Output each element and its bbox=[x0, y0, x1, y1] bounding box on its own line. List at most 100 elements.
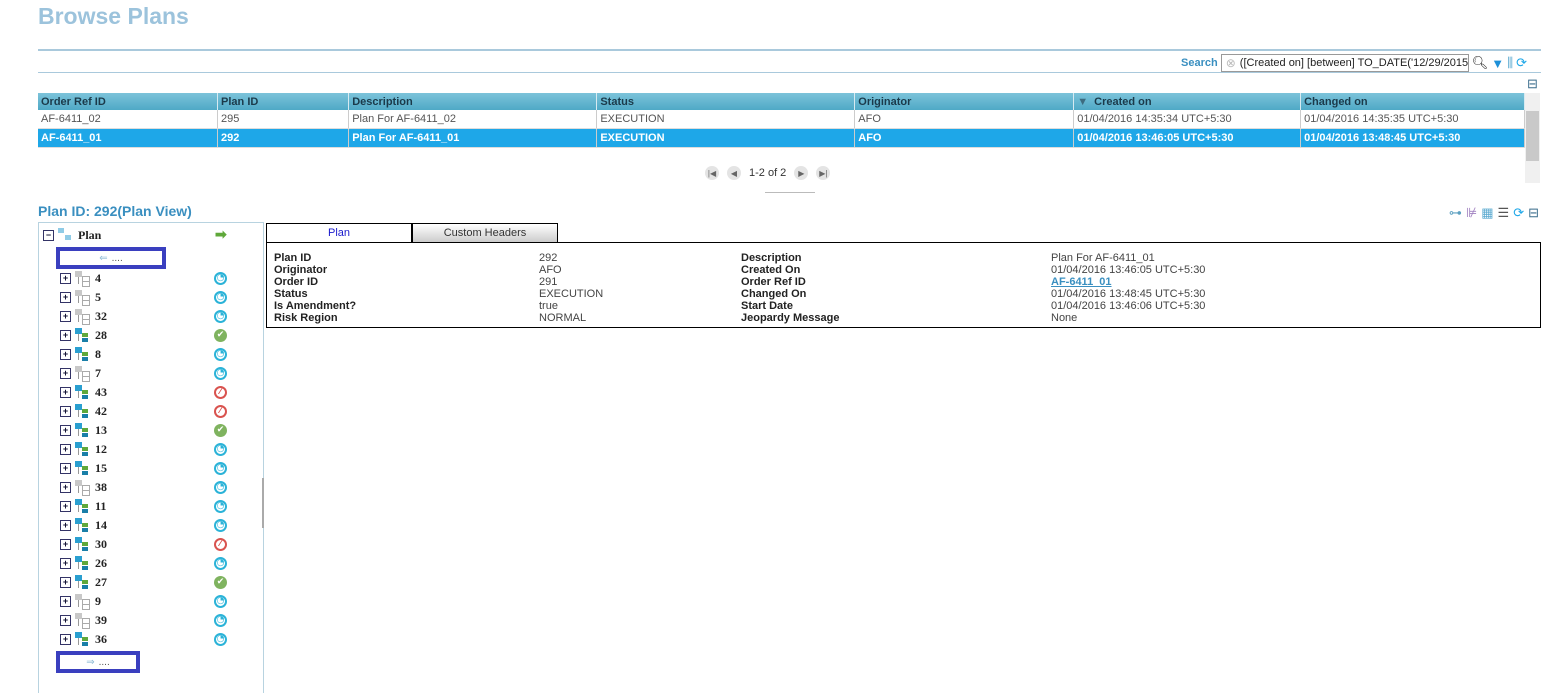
search-input[interactable]: ⊗ ([Created on] [between] TO_DATE('12/29… bbox=[1220, 54, 1469, 72]
tree-node-label: 42 bbox=[95, 403, 107, 418]
task-node-icon bbox=[75, 347, 89, 361]
detail-value: 01/04/2016 13:46:06 UTC+5:30 bbox=[1051, 300, 1206, 312]
tree-root[interactable]: − Plan ➡ bbox=[43, 226, 227, 244]
table-scrollbar[interactable] bbox=[1525, 93, 1540, 183]
tab-plan[interactable]: Plan bbox=[266, 223, 412, 243]
expand-icon[interactable]: + bbox=[60, 405, 71, 417]
expand-icon[interactable]: + bbox=[60, 538, 71, 550]
column-header[interactable]: Status bbox=[596, 93, 856, 110]
maximize-icon[interactable]: ⊟ bbox=[1527, 76, 1538, 92]
expand-icon[interactable]: + bbox=[60, 519, 71, 531]
clock-icon: ◔ bbox=[214, 366, 227, 380]
expand-icon[interactable]: + bbox=[60, 462, 71, 474]
tab-custom-headers[interactable]: Custom Headers bbox=[412, 223, 558, 243]
tree-node[interactable]: +26 ◔ bbox=[60, 554, 227, 572]
search-label: Search bbox=[1181, 57, 1218, 69]
gantt-icon[interactable]: ⊯ bbox=[1466, 205, 1477, 221]
table-row[interactable]: AF-6411_01 292 Plan For AF-6411_01 EXECUTIO… bbox=[38, 128, 1525, 148]
detail-label: Jeopardy Message bbox=[741, 312, 840, 324]
tree-node[interactable]: +4 ◔ bbox=[60, 269, 227, 287]
prev-nodes-label: .... bbox=[111, 252, 123, 264]
next-nodes-button[interactable]: ⇒.... bbox=[56, 651, 140, 673]
expand-icon[interactable]: + bbox=[60, 329, 71, 341]
expand-icon[interactable]: + bbox=[60, 310, 71, 322]
tree-node[interactable]: +39 ◔ bbox=[60, 611, 227, 629]
filter-icon[interactable]: ▼ bbox=[1491, 56, 1504, 71]
clear-icon[interactable]: ⊗ bbox=[1226, 56, 1236, 70]
next-page-button[interactable]: ▶ bbox=[794, 166, 809, 180]
tree-node[interactable]: +11 ◔ bbox=[60, 497, 227, 515]
column-header[interactable]: Originator bbox=[854, 93, 1075, 110]
expand-icon[interactable]: + bbox=[60, 291, 71, 303]
tree-node[interactable]: +15 ◔ bbox=[60, 459, 227, 477]
tree-node[interactable]: +30 ⁄ bbox=[60, 535, 227, 553]
detail-label: Plan ID bbox=[274, 252, 312, 264]
maximize-icon[interactable]: ⊟ bbox=[1528, 205, 1539, 221]
prev-page-button[interactable]: ◀ bbox=[727, 166, 741, 180]
column-header[interactable]: Plan ID bbox=[217, 93, 350, 110]
expand-icon[interactable]: + bbox=[60, 614, 71, 626]
first-page-button[interactable]: |◀ bbox=[705, 166, 719, 180]
columns-icon[interactable]: ⫼ bbox=[1507, 55, 1513, 71]
expand-icon[interactable]: + bbox=[60, 500, 71, 512]
order-ref-link-text[interactable]: AF-6411_01 bbox=[1051, 276, 1112, 288]
grid-icon[interactable]: ▦ bbox=[1481, 205, 1493, 221]
hierarchy-icon[interactable]: ⊶ bbox=[1449, 205, 1462, 221]
clock-icon: ◔ bbox=[214, 271, 227, 285]
expand-icon[interactable]: + bbox=[60, 557, 71, 569]
tree-node[interactable]: +13 ✔ bbox=[60, 421, 227, 439]
tree-node-label: 15 bbox=[95, 460, 107, 475]
expand-icon[interactable]: + bbox=[60, 367, 71, 379]
tree-node[interactable]: +28 ✔ bbox=[60, 326, 227, 344]
order-ref-link[interactable]: AF-6411_01 bbox=[1051, 276, 1205, 288]
tree-node[interactable]: +14 ◔ bbox=[60, 516, 227, 534]
tree-node[interactable]: +8 ◔ bbox=[60, 345, 227, 363]
table-row[interactable]: AF-6411_02 295 Plan For AF-6411_02 EXECUTIO… bbox=[38, 110, 1525, 129]
list-icon[interactable]: ☰ bbox=[1498, 205, 1510, 221]
search-icon[interactable]: 🔍︎ bbox=[1472, 55, 1489, 71]
task-node-icon bbox=[75, 442, 89, 456]
panel-splitter[interactable] bbox=[262, 478, 264, 528]
tree-node[interactable]: +9 ◔ bbox=[60, 592, 227, 610]
task-node-icon bbox=[75, 423, 89, 437]
refresh-icon[interactable]: ⟳ bbox=[1516, 55, 1527, 71]
expand-icon[interactable]: + bbox=[60, 481, 71, 493]
table-cell: Plan For AF-6411_02 bbox=[348, 110, 598, 129]
tree-node[interactable]: +32 ◔ bbox=[60, 307, 227, 325]
expand-icon[interactable]: + bbox=[60, 386, 71, 398]
expand-icon[interactable]: + bbox=[60, 633, 71, 645]
collapse-icon[interactable]: − bbox=[43, 229, 54, 241]
expand-icon[interactable]: + bbox=[60, 443, 71, 455]
tree-node[interactable]: +5 ◔ bbox=[60, 288, 227, 306]
task-node-icon bbox=[75, 309, 90, 325]
expand-icon[interactable]: + bbox=[60, 348, 71, 360]
refresh-icon[interactable]: ⟳ bbox=[1513, 205, 1524, 221]
tree-node[interactable]: +43 ⁄ bbox=[60, 383, 227, 401]
tree-node[interactable]: +27 ✔ bbox=[60, 573, 227, 591]
tree-node[interactable]: +7 ◔ bbox=[60, 364, 227, 382]
detail-label: Changed On bbox=[741, 288, 807, 300]
expand-icon[interactable]: + bbox=[60, 595, 71, 607]
clock-icon: ◔ bbox=[214, 480, 227, 494]
table-cell: AF-6411_02 bbox=[38, 110, 219, 129]
clock-icon: ◔ bbox=[214, 632, 227, 646]
column-header[interactable]: Description bbox=[348, 93, 598, 110]
clock-icon: ◔ bbox=[214, 309, 227, 323]
detail-value: AFO bbox=[539, 264, 562, 276]
task-node-icon bbox=[75, 575, 89, 589]
expand-icon[interactable]: + bbox=[60, 424, 71, 436]
expand-icon[interactable]: + bbox=[60, 272, 71, 284]
prev-nodes-button[interactable]: ⇐.... bbox=[56, 247, 166, 269]
last-page-button[interactable]: ▶| bbox=[816, 166, 831, 180]
detail-value: 01/04/2016 13:48:45 UTC+5:30 bbox=[1051, 288, 1206, 300]
tree-node-label: 13 bbox=[95, 422, 107, 437]
expand-icon[interactable]: + bbox=[60, 576, 71, 588]
column-header[interactable]: ▼ Created on bbox=[1073, 93, 1302, 110]
column-header[interactable]: Order Ref ID bbox=[38, 93, 219, 110]
tree-node[interactable]: +12 ◔ bbox=[60, 440, 227, 458]
tree-node[interactable]: +38 ◔ bbox=[60, 478, 227, 496]
column-header[interactable]: Changed on bbox=[1300, 93, 1525, 110]
tree-node[interactable]: +42 ⁄ bbox=[60, 402, 227, 420]
tree-node[interactable]: +36 ◔ bbox=[60, 630, 227, 648]
go-arrow-icon[interactable]: ➡ bbox=[215, 227, 227, 244]
